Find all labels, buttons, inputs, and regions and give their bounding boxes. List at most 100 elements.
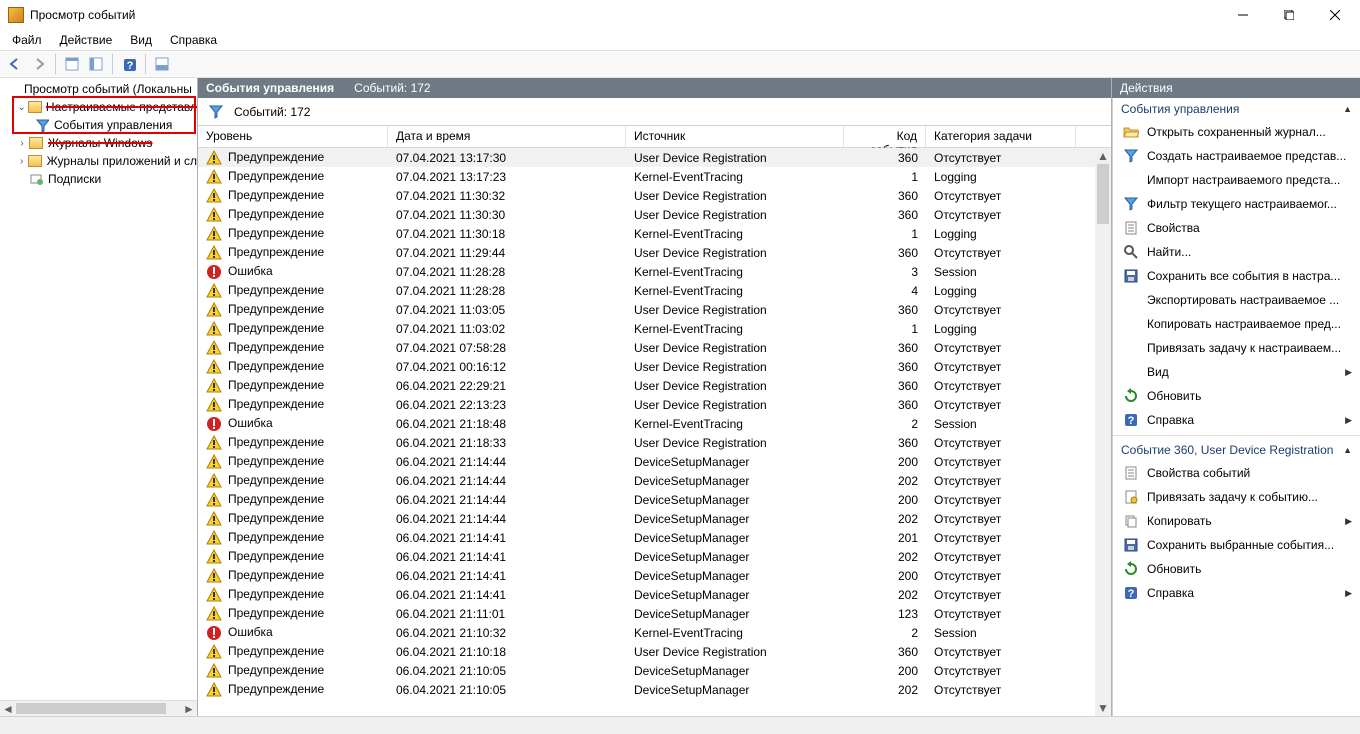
table-row[interactable]: Предупреждение06.04.2021 21:18:33User De… [198,433,1095,452]
col-date[interactable]: Дата и время [388,126,626,147]
table-row[interactable]: Предупреждение07.04.2021 11:30:32User De… [198,186,1095,205]
forward-button[interactable] [28,53,50,75]
toolbar-option1[interactable] [61,53,83,75]
collapse-icon[interactable]: ▲ [1343,104,1352,114]
table-row[interactable]: Предупреждение06.04.2021 21:14:44DeviceS… [198,471,1095,490]
table-row[interactable]: Предупреждение06.04.2021 21:14:44DeviceS… [198,452,1095,471]
toolbar-option3[interactable] [151,53,173,75]
collapse-icon[interactable]: ⌄ [16,102,27,113]
grid-body[interactable]: Предупреждение07.04.2021 13:17:30User De… [198,148,1095,716]
action-item[interactable]: Сохранить все события в настра... [1113,264,1360,288]
filter-count: Событий: 172 [234,105,310,119]
table-row[interactable]: Предупреждение07.04.2021 11:03:02Kernel-… [198,319,1095,338]
toolbar-help[interactable] [118,53,140,75]
tree-app-logs[interactable]: › Журналы приложений и сл [0,152,197,170]
close-button[interactable] [1312,0,1358,30]
maximize-button[interactable] [1266,0,1312,30]
scroll-track[interactable] [1095,224,1111,700]
scroll-left-icon[interactable]: ◄ [0,701,16,716]
table-row[interactable]: Предупреждение06.04.2021 21:10:05DeviceS… [198,661,1095,680]
action-item[interactable]: Открыть сохраненный журнал... [1113,120,1360,144]
event-grid: Уровень Дата и время Источник Код событи… [198,126,1111,716]
table-row[interactable]: Предупреждение07.04.2021 07:58:28User De… [198,338,1095,357]
tree-hscrollbar[interactable]: ◄ ► [0,700,197,716]
tree-subscriptions[interactable]: Подписки [0,170,197,188]
table-row[interactable]: Предупреждение07.04.2021 11:03:05User De… [198,300,1095,319]
table-row[interactable]: Предупреждение06.04.2021 21:14:41DeviceS… [198,547,1095,566]
scroll-up-icon[interactable]: ▲ [1095,148,1111,164]
table-row[interactable]: Предупреждение06.04.2021 22:29:21User De… [198,376,1095,395]
action-item[interactable]: Копировать настраиваемое пред... [1113,312,1360,336]
table-row[interactable]: Предупреждение07.04.2021 00:16:12User De… [198,357,1095,376]
table-row[interactable]: Предупреждение06.04.2021 21:14:44DeviceS… [198,509,1095,528]
warning-icon [206,359,222,375]
action-label: Привязать задачу к настраиваем... [1147,341,1341,355]
action-label: Вид [1147,365,1169,379]
action-item[interactable]: Импорт настраиваемого предста... [1113,168,1360,192]
action-item[interactable]: Обновить [1113,557,1360,581]
table-row[interactable]: Предупреждение06.04.2021 21:10:05DeviceS… [198,680,1095,699]
scroll-thumb[interactable] [16,703,166,714]
grid-vscrollbar[interactable]: ▲ ▼ [1095,148,1111,716]
action-item[interactable]: Сохранить выбранные события... [1113,533,1360,557]
expand-icon[interactable]: › [16,138,28,149]
table-row[interactable]: Предупреждение07.04.2021 13:17:23Kernel-… [198,167,1095,186]
action-item[interactable]: Копировать▶ [1113,509,1360,533]
warning-icon [206,473,222,489]
scroll-thumb[interactable] [1097,164,1109,224]
back-button[interactable] [4,53,26,75]
scroll-right-icon[interactable]: ► [181,701,197,716]
col-level[interactable]: Уровень [198,126,388,147]
warning-icon [206,511,222,527]
tree-admin-events[interactable]: События управления [0,116,197,134]
table-row[interactable]: Предупреждение06.04.2021 21:10:18User De… [198,642,1095,661]
scroll-down-icon[interactable]: ▼ [1095,700,1111,716]
minimize-button[interactable] [1220,0,1266,30]
tree-root[interactable]: Просмотр событий (Локальны [0,80,197,98]
table-row[interactable]: Предупреждение06.04.2021 21:14:41DeviceS… [198,585,1095,604]
table-row[interactable]: Предупреждение07.04.2021 13:17:30User De… [198,148,1095,167]
error-icon [206,625,222,641]
table-row[interactable]: Ошибка07.04.2021 11:28:28Kernel-EventTra… [198,262,1095,281]
menu-help[interactable]: Справка [162,31,225,49]
action-label: Справка [1147,586,1194,600]
table-row[interactable]: Предупреждение07.04.2021 11:29:44User De… [198,243,1095,262]
col-category[interactable]: Категория задачи [926,126,1076,147]
menu-action[interactable]: Действие [52,31,121,49]
action-item[interactable]: Найти... [1113,240,1360,264]
table-row[interactable]: Предупреждение06.04.2021 21:14:44DeviceS… [198,490,1095,509]
table-row[interactable]: Предупреждение06.04.2021 21:14:41DeviceS… [198,528,1095,547]
action-item[interactable]: Фильтр текущего настраиваемог... [1113,192,1360,216]
table-row[interactable]: Предупреждение06.04.2021 21:14:41DeviceS… [198,566,1095,585]
tree-custom-views[interactable]: ⌄ Настраиваемые представл [0,98,197,116]
action-item[interactable]: Экспортировать настраиваемое ... [1113,288,1360,312]
col-source[interactable]: Источник [626,126,844,147]
table-row[interactable]: Предупреждение07.04.2021 11:28:28Kernel-… [198,281,1095,300]
action-item[interactable]: Свойства событий [1113,461,1360,485]
action-item[interactable]: Привязать задачу к настраиваем... [1113,336,1360,360]
action-label: Обновить [1147,562,1201,576]
table-row[interactable]: Ошибка06.04.2021 21:18:48Kernel-EventTra… [198,414,1095,433]
action-item[interactable]: Привязать задачу к событию... [1113,485,1360,509]
funnel-icon[interactable] [208,104,224,120]
action-item[interactable]: Справка▶ [1113,408,1360,432]
col-id[interactable]: Код события [844,126,926,147]
action-item[interactable]: Свойства [1113,216,1360,240]
table-row[interactable]: Предупреждение07.04.2021 11:30:18Kernel-… [198,224,1095,243]
warning-icon [206,340,222,356]
action-item[interactable]: Обновить [1113,384,1360,408]
action-item[interactable]: Вид▶ [1113,360,1360,384]
scroll-track[interactable] [166,701,181,716]
action-item[interactable]: Создать настраиваемое представ... [1113,144,1360,168]
action-item[interactable]: Справка▶ [1113,581,1360,605]
table-row[interactable]: Предупреждение07.04.2021 11:30:30User De… [198,205,1095,224]
menu-file[interactable]: Файл [4,31,50,49]
collapse-icon[interactable]: ▲ [1343,445,1352,455]
expand-icon[interactable]: › [16,156,27,167]
toolbar-option2[interactable] [85,53,107,75]
menu-view[interactable]: Вид [122,31,160,49]
table-row[interactable]: Предупреждение06.04.2021 21:11:01DeviceS… [198,604,1095,623]
table-row[interactable]: Предупреждение06.04.2021 22:13:23User De… [198,395,1095,414]
tree-windows-logs[interactable]: › Журналы Windows [0,134,197,152]
table-row[interactable]: Ошибка06.04.2021 21:10:32Kernel-EventTra… [198,623,1095,642]
